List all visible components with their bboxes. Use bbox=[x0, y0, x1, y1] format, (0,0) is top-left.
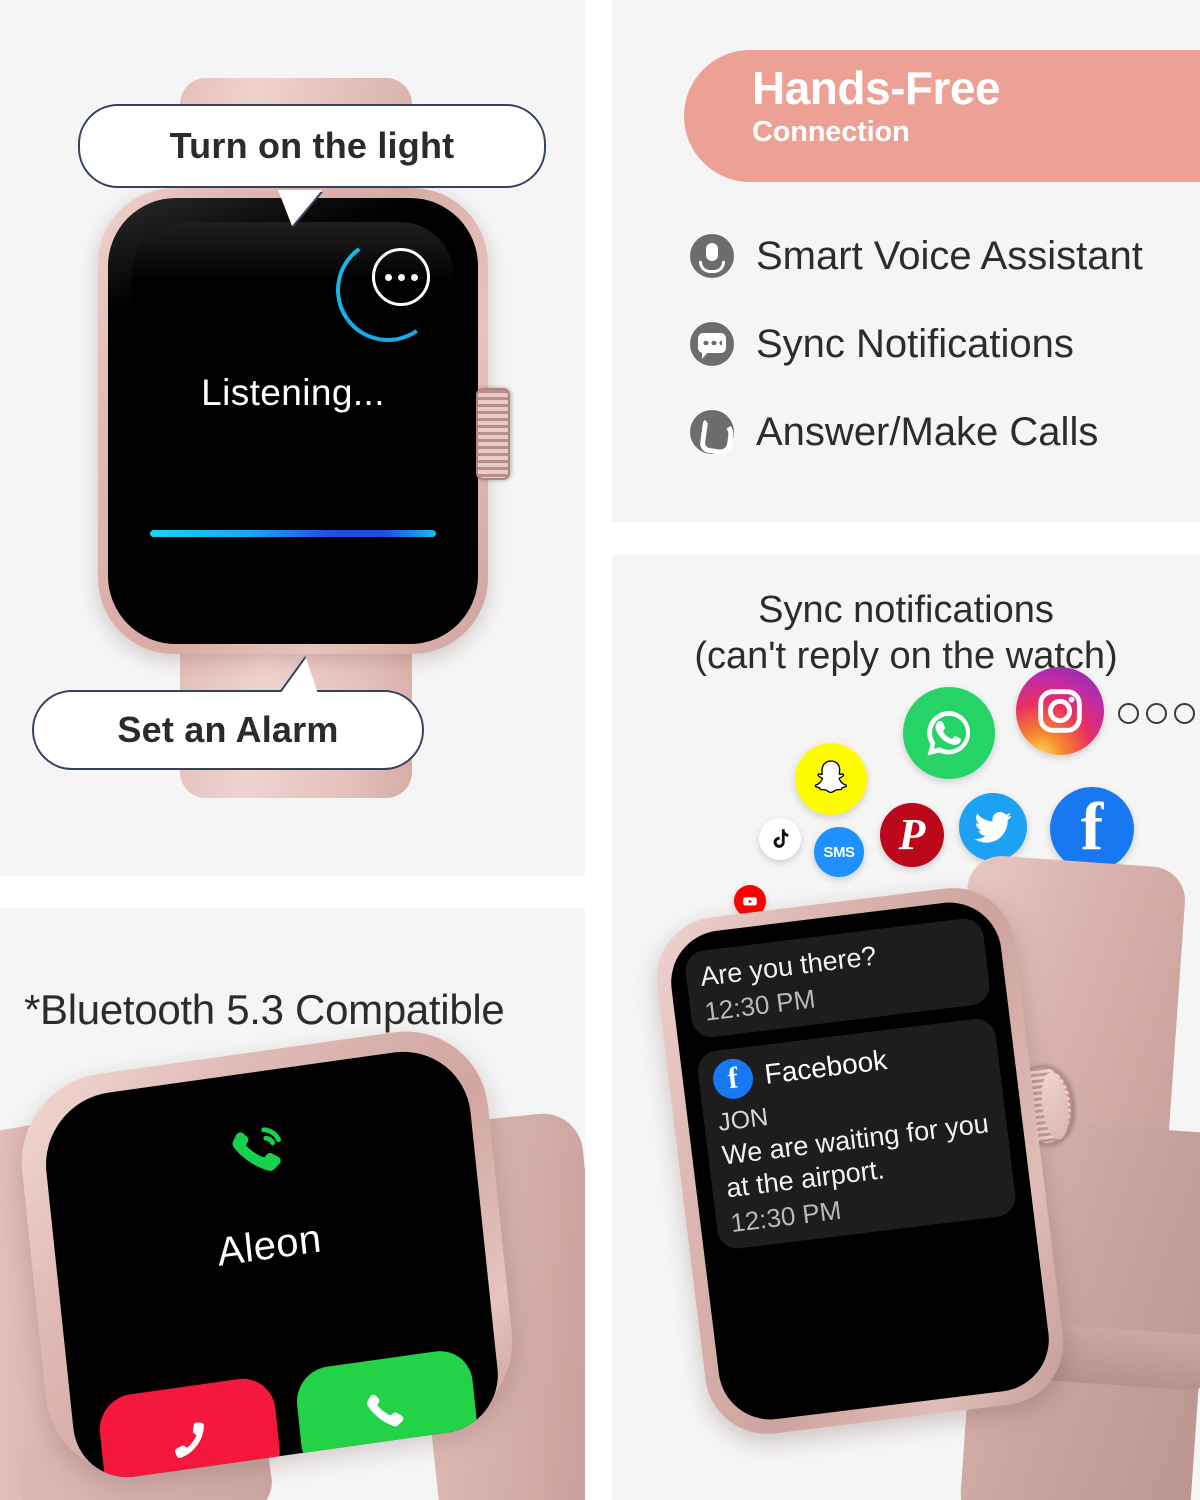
speech-bubble-set-alarm: Set an Alarm bbox=[32, 658, 424, 770]
badge-subtitle: Connection bbox=[752, 115, 910, 148]
product-infographic: Listening... Turn on the light Set an Al… bbox=[0, 0, 1200, 1500]
feature-item-calls: Answer/Make Calls bbox=[690, 388, 1190, 476]
voice-waveform-bar bbox=[150, 530, 436, 537]
feature-item-sync-notifications: Sync Notifications bbox=[690, 300, 1190, 388]
watch3-case: Aleon bbox=[13, 1020, 521, 1485]
watch-bezel: Listening... bbox=[108, 198, 478, 644]
facebook-icon: f bbox=[710, 1056, 756, 1102]
badge-title: Hands-Free bbox=[752, 62, 1001, 114]
more-apps-dot-2 bbox=[1146, 703, 1167, 724]
chat-bubble-icon bbox=[690, 322, 734, 366]
snapchat-icon bbox=[795, 743, 867, 815]
more-apps-dot-3 bbox=[1174, 703, 1195, 724]
feature-list: Smart Voice Assistant Sync Notifications… bbox=[690, 212, 1190, 476]
watch2-case: Are you there? 12:30 PM f Facebook JON W… bbox=[649, 881, 1071, 1441]
panel-voice-assistant: Listening... Turn on the light Set an Al… bbox=[0, 0, 585, 876]
three-dots-icon[interactable] bbox=[372, 248, 430, 306]
instagram-icon bbox=[1016, 667, 1104, 755]
watch-screen-listening: Listening... bbox=[132, 222, 454, 620]
whatsapp-icon bbox=[903, 687, 995, 779]
more-apps-dot-1 bbox=[1118, 703, 1139, 724]
phone-answer-icon bbox=[366, 1394, 403, 1427]
panel-sync-notifications: Sync notifications (can't reply on the w… bbox=[612, 555, 1200, 1500]
ringing-phone-icon bbox=[232, 1127, 281, 1171]
notification-app-name: Facebook bbox=[762, 1044, 889, 1091]
call-action-buttons bbox=[96, 1346, 481, 1485]
listening-status-text: Listening... bbox=[201, 372, 385, 413]
bubble-tail-up bbox=[280, 658, 318, 694]
phone-icon bbox=[690, 410, 734, 454]
bubble-text-bottom: Set an Alarm bbox=[117, 709, 339, 750]
watch3-screen-incoming-call: Aleon bbox=[39, 1042, 504, 1485]
caller-name: Aleon bbox=[215, 1216, 324, 1275]
pinterest-icon: P bbox=[880, 803, 944, 867]
watch2-screen-notifications: Are you there? 12:30 PM f Facebook JON W… bbox=[665, 896, 1055, 1426]
sync-heading-line1: Sync notifications bbox=[758, 589, 1054, 631]
notification-card-facebook[interactable]: f Facebook JON We are waiting for you at… bbox=[695, 1017, 1018, 1251]
speech-bubble-turn-on-light: Turn on the light bbox=[78, 104, 546, 226]
microphone-icon bbox=[690, 234, 734, 278]
sms-icon: SMS bbox=[814, 827, 864, 877]
sync-heading: Sync notifications (can't reply on the w… bbox=[612, 587, 1200, 680]
bluetooth-title: *Bluetooth 5.3 Compatible bbox=[24, 986, 505, 1033]
bubble-tail-down bbox=[278, 190, 322, 226]
twitter-icon bbox=[959, 793, 1027, 861]
tiktok-icon bbox=[759, 818, 801, 860]
feature-label: Answer/Make Calls bbox=[756, 409, 1099, 454]
phone-hangup-icon bbox=[174, 1422, 204, 1459]
panel-hands-free: Hands-Free Connection Smart Voice Assist… bbox=[612, 0, 1200, 522]
feature-label: Sync Notifications bbox=[756, 321, 1074, 366]
notification-card-message[interactable]: Are you there? 12:30 PM bbox=[683, 916, 992, 1040]
feature-item-voice-assistant: Smart Voice Assistant bbox=[690, 212, 1190, 300]
panel-bluetooth-call: *Bluetooth 5.3 Compatible Aleon bbox=[0, 908, 585, 1500]
hands-free-badge: Hands-Free Connection bbox=[684, 50, 1200, 182]
smartwatch-call: Aleon bbox=[0, 1020, 585, 1500]
watch-case: Listening... bbox=[98, 188, 488, 654]
smartwatch-notifications: Are you there? 12:30 PM f Facebook JON W… bbox=[649, 853, 1200, 1500]
feature-label: Smart Voice Assistant bbox=[756, 233, 1143, 278]
facebook-icon: f bbox=[1050, 787, 1134, 871]
bubble-text-top: Turn on the light bbox=[169, 125, 455, 166]
sync-heading-line2: (can't reply on the watch) bbox=[694, 635, 1118, 678]
watch-crown[interactable] bbox=[476, 388, 510, 480]
